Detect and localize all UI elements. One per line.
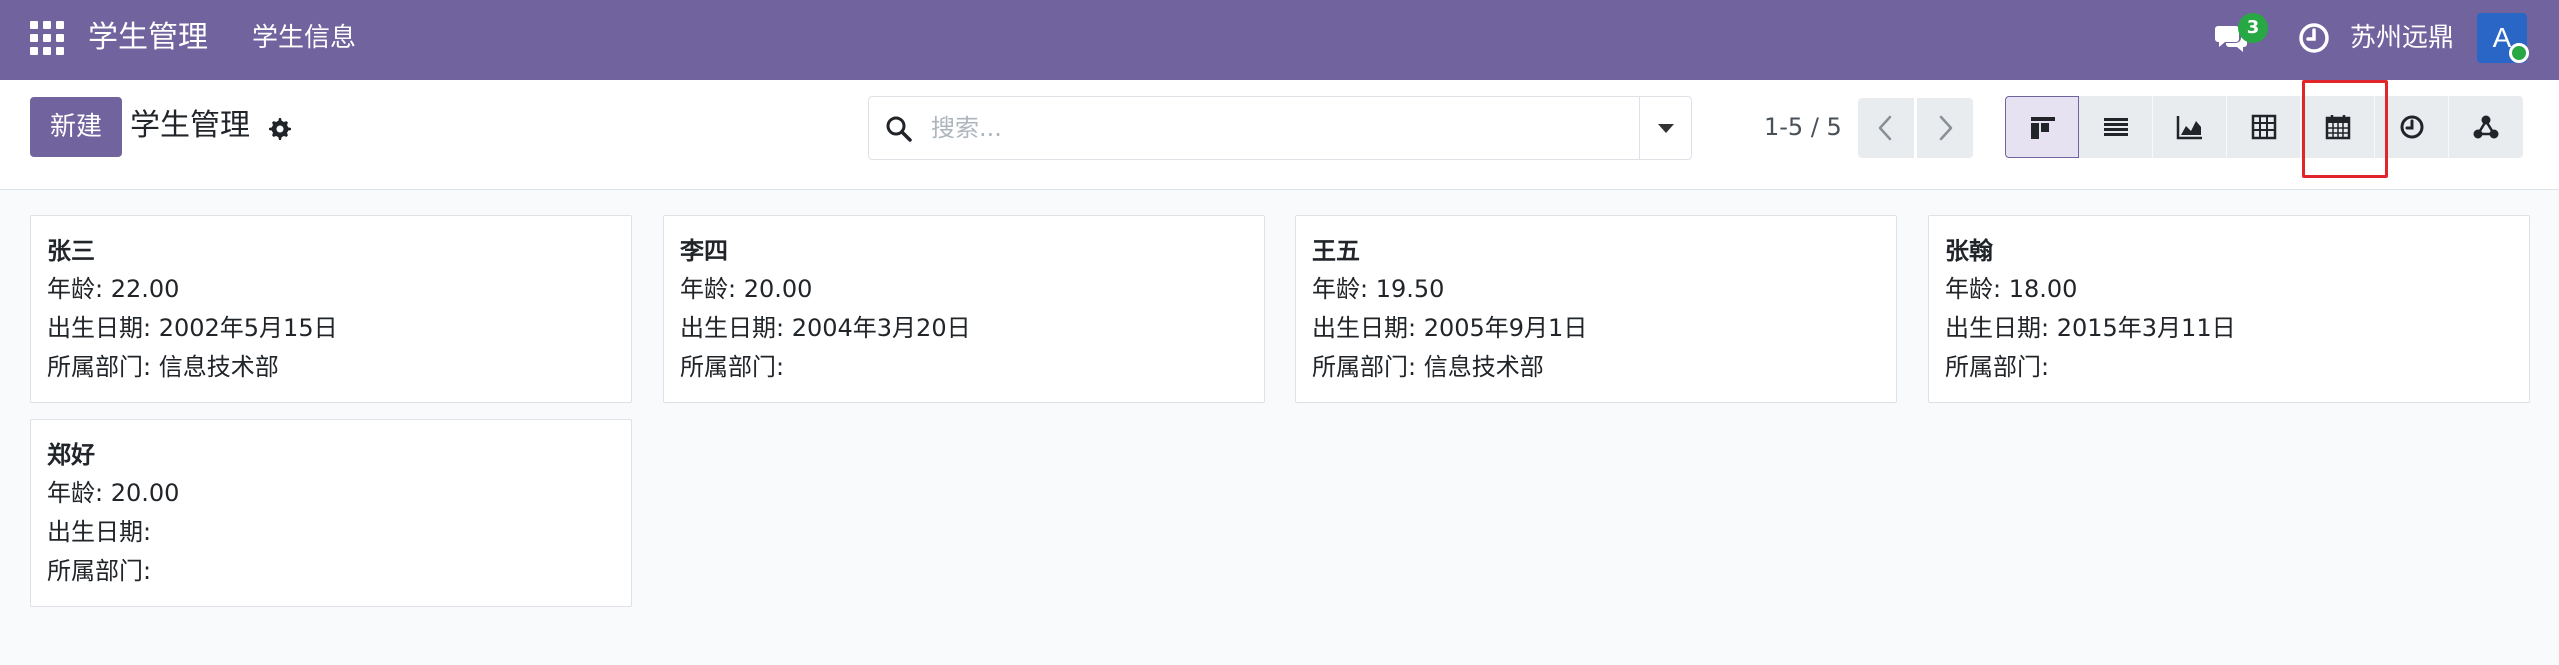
graph-view-icon: [2176, 116, 2202, 140]
student-birthdate: 出生日期: 2015年3月11日: [1945, 314, 2236, 342]
chevron-left-icon: [1878, 115, 1892, 141]
student-department: 所属部门:: [680, 353, 785, 381]
pivot-view-icon: [2251, 114, 2277, 140]
student-department: 所属部门: 信息技术部: [47, 353, 279, 381]
student-department: 所属部门:: [47, 557, 152, 585]
kanban-card[interactable]: 李四 年龄: 20.00 出生日期: 2004年3月20日 所属部门:: [663, 215, 1265, 403]
student-name: 郑好: [47, 441, 95, 469]
company-switcher[interactable]: 苏州远鼎: [2350, 20, 2454, 56]
new-button[interactable]: 新建: [30, 97, 122, 157]
activity-view-button[interactable]: [2375, 96, 2449, 158]
student-age: 年龄: 18.00: [1945, 275, 2078, 303]
student-name: 张翰: [1945, 237, 1993, 265]
kanban-card[interactable]: 张翰 年龄: 18.00 出生日期: 2015年3月11日 所属部门:: [1928, 215, 2530, 403]
activity-view-icon: [2400, 115, 2424, 139]
pivot-view-button[interactable]: [2227, 96, 2301, 158]
student-age: 年龄: 20.00: [680, 275, 813, 303]
kanban-card[interactable]: 王五 年龄: 19.50 出生日期: 2005年9月1日 所属部门: 信息技术部: [1295, 215, 1897, 403]
list-view-button[interactable]: [2079, 96, 2153, 158]
kanban-card[interactable]: 郑好 年龄: 20.00 出生日期: 所属部门:: [30, 419, 632, 607]
kanban-card[interactable]: 张三 年龄: 22.00 出生日期: 2002年5月15日 所属部门: 信息技术…: [30, 215, 632, 403]
student-birthdate: 出生日期:: [47, 518, 152, 546]
student-age: 年龄: 19.50: [1312, 275, 1445, 303]
calendar-view-button[interactable]: [2301, 96, 2375, 158]
chevron-right-icon: [1939, 115, 1953, 141]
chat-count-badge: 3: [2238, 13, 2268, 43]
top-navbar: 学生管理 学生信息 3 苏州远鼎 A: [0, 0, 2559, 80]
kanban-view-button[interactable]: [2005, 96, 2079, 158]
student-birthdate: 出生日期: 2005年9月1日: [1312, 314, 1588, 342]
hierarchy-view-icon: [2473, 115, 2499, 139]
user-status-indicator: [2509, 43, 2529, 63]
student-birthdate: 出生日期: 2004年3月20日: [680, 314, 971, 342]
student-age: 年龄: 20.00: [47, 479, 180, 507]
menu-item-student-info[interactable]: 学生信息: [252, 21, 356, 55]
apps-menu-icon[interactable]: [30, 21, 64, 55]
search-icon: [886, 116, 912, 142]
list-view-icon: [2104, 118, 2128, 136]
graph-view-button[interactable]: [2153, 96, 2227, 158]
pager-next-button[interactable]: [1917, 98, 1973, 158]
student-department: 所属部门:: [1945, 353, 2050, 381]
caret-down-icon: [1658, 124, 1674, 133]
page-title: 学生管理: [130, 108, 250, 143]
view-switcher: [2005, 96, 2531, 160]
calendar-view-icon: [2325, 115, 2351, 140]
student-birthdate: 出生日期: 2002年5月15日: [47, 314, 338, 342]
student-age: 年龄: 22.00: [47, 275, 180, 303]
hierarchy-view-button[interactable]: [2449, 96, 2523, 158]
kanban-view-icon: [2031, 117, 2055, 139]
app-brand[interactable]: 学生管理: [88, 18, 208, 58]
student-department: 所属部门: 信息技术部: [1312, 353, 1544, 381]
search-input[interactable]: [931, 107, 1621, 149]
student-name: 王五: [1312, 237, 1360, 265]
pager-value[interactable]: 1-5 / 5: [1764, 110, 1842, 144]
search-box: [868, 96, 1692, 160]
gear-icon[interactable]: [267, 116, 291, 140]
search-options-toggle[interactable]: [1639, 97, 1692, 159]
activity-clock-icon[interactable]: [2297, 21, 2331, 55]
control-panel: 新建 学生管理 1-5 / 5: [0, 80, 2559, 190]
student-name: 李四: [680, 237, 728, 265]
pager-previous-button[interactable]: [1858, 98, 1914, 158]
student-name: 张三: [47, 237, 95, 265]
